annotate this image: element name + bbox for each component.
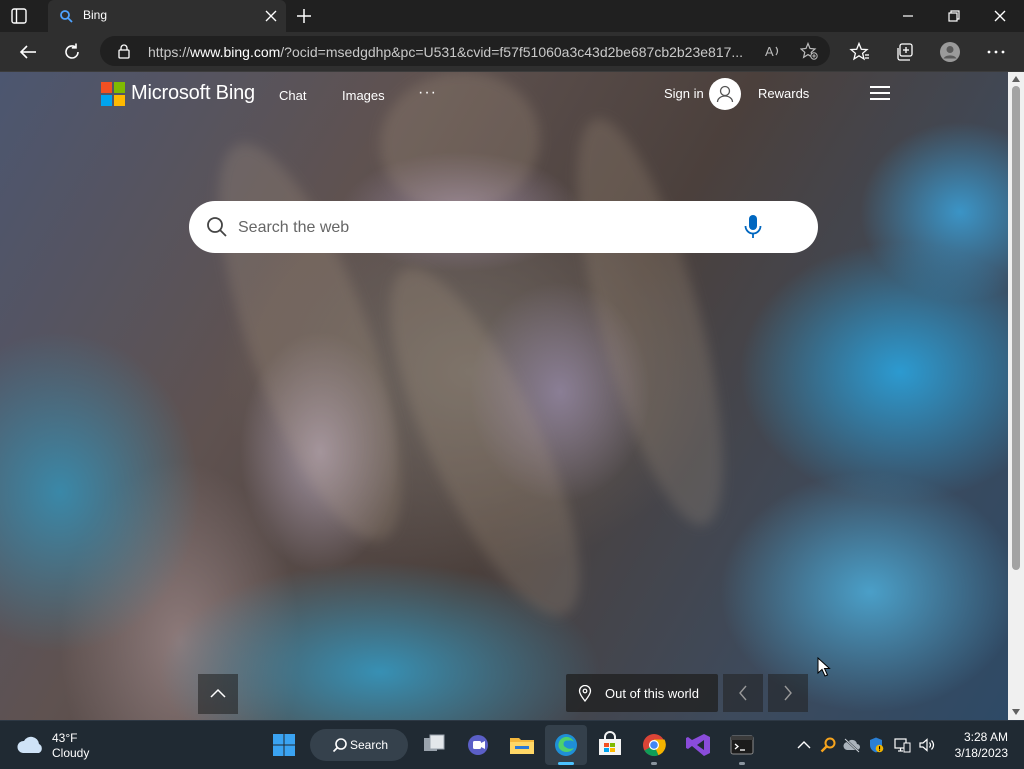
task-view-icon[interactable] [418,729,450,761]
tab-actions-icon[interactable] [10,7,28,25]
sign-in-link[interactable]: Sign in [664,86,704,101]
bing-homepage: Microsoft Bing Chat Images ··· Sign in R… [0,72,1008,720]
nav-more[interactable]: ··· [418,84,437,102]
svg-text:A: A [765,44,774,59]
previous-image-button[interactable] [723,674,763,712]
settings-more-icon[interactable] [985,41,1007,63]
nav-images[interactable]: Images [342,88,385,103]
collections-icon[interactable] [894,41,916,63]
hamburger-menu-icon[interactable] [869,84,891,102]
browser-toolbar: https://www.bing.com/?ocid=msedgdhp&pc=U… [0,32,1024,72]
image-info-button[interactable]: Out of this world [566,674,718,712]
taskbar-clock[interactable]: 3:28 AM 3/18/2023 [944,729,1008,761]
favorites-icon[interactable] [849,41,871,63]
scroll-up-button[interactable] [198,674,238,714]
next-image-button[interactable] [768,674,808,712]
search-magnifier-tray-icon[interactable] [819,736,837,754]
add-favorite-icon[interactable] [800,42,818,60]
restore-icon[interactable] [944,6,964,26]
tab-title: Bing [83,8,108,22]
microsoft-edge-icon[interactable] [550,729,582,761]
close-tab-icon[interactable] [263,8,279,24]
chevron-left-icon [739,685,747,701]
weather-condition: Cloudy [52,746,90,760]
google-chrome-icon[interactable] [638,729,670,761]
microsoft-store-icon[interactable] [594,729,626,761]
minimize-icon[interactable] [898,6,918,26]
open-app-indicator [651,762,657,765]
weather-widget[interactable]: 43°F Cloudy [16,729,126,763]
cloud-icon [17,736,42,753]
windows-start-icon[interactable] [268,729,300,761]
image-caption: Out of this world [605,686,699,701]
taskbar-search-button[interactable]: Search [310,729,408,761]
read-aloud-icon[interactable]: A [764,42,782,60]
chevron-up-icon [210,688,226,698]
active-app-indicator [558,762,574,765]
onedrive-offline-icon[interactable] [843,736,861,754]
url-host: www.bing.com [190,44,281,60]
refresh-icon[interactable] [61,41,83,63]
scrollbar-thumb[interactable] [1012,86,1020,570]
bing-search-favicon-icon [60,10,73,23]
terminal-icon[interactable] [726,729,758,761]
rewards-link[interactable]: Rewards [758,86,809,101]
background-dune [547,106,753,538]
show-hidden-icons-chevron-icon[interactable] [795,736,813,754]
search-icon [332,738,347,753]
microphone-icon[interactable] [743,214,763,240]
page-scrollbar[interactable] [1008,72,1024,720]
mouse-cursor-icon [817,657,831,677]
new-tab-icon[interactable] [294,6,314,26]
windows-taskbar: 43°F Cloudy Search 3:28 AM 3/18/2023 [0,720,1024,769]
network-icon[interactable] [893,736,911,754]
taskbar-search-label: Search [350,738,389,752]
user-avatar-icon[interactable] [709,78,741,110]
microsoft-logo-icon [101,82,125,106]
url-text[interactable]: https://www.bing.com/?ocid=msedgdhp&pc=U… [148,44,756,60]
chevron-right-icon [784,685,792,701]
brand-name: Microsoft Bing [131,82,255,104]
volume-icon[interactable] [918,736,936,754]
url-prefix: https:// [148,44,191,60]
back-arrow-icon[interactable] [17,41,39,63]
location-pin-icon [578,685,592,702]
visual-studio-icon[interactable] [682,729,714,761]
search-input[interactable] [236,213,720,243]
scroll-up-arrow-icon[interactable] [1012,75,1020,83]
open-app-indicator [739,762,745,765]
clock-date: 3/18/2023 [954,746,1008,760]
file-explorer-icon[interactable] [506,729,538,761]
search-icon [207,217,227,237]
tab-bing[interactable]: Bing [48,0,286,32]
clock-time: 3:28 AM [963,730,1008,744]
profile-avatar-icon[interactable] [939,41,961,63]
teams-chat-icon[interactable] [462,729,494,761]
scroll-down-arrow-icon[interactable] [1012,708,1020,716]
nav-chat[interactable]: Chat [279,88,306,103]
address-bar[interactable]: https://www.bing.com/?ocid=msedgdhp&pc=U… [100,36,830,66]
close-window-icon[interactable] [990,6,1010,26]
weather-temperature: 43°F [52,731,78,745]
browser-tab-bar: Bing [0,0,1024,32]
lock-icon[interactable] [116,43,132,59]
search-box[interactable] [189,201,818,253]
security-shield-icon[interactable] [867,736,885,754]
url-path: /?ocid=msedgdhp&pc=U531&cvid=f57f51060a3… [280,44,744,60]
